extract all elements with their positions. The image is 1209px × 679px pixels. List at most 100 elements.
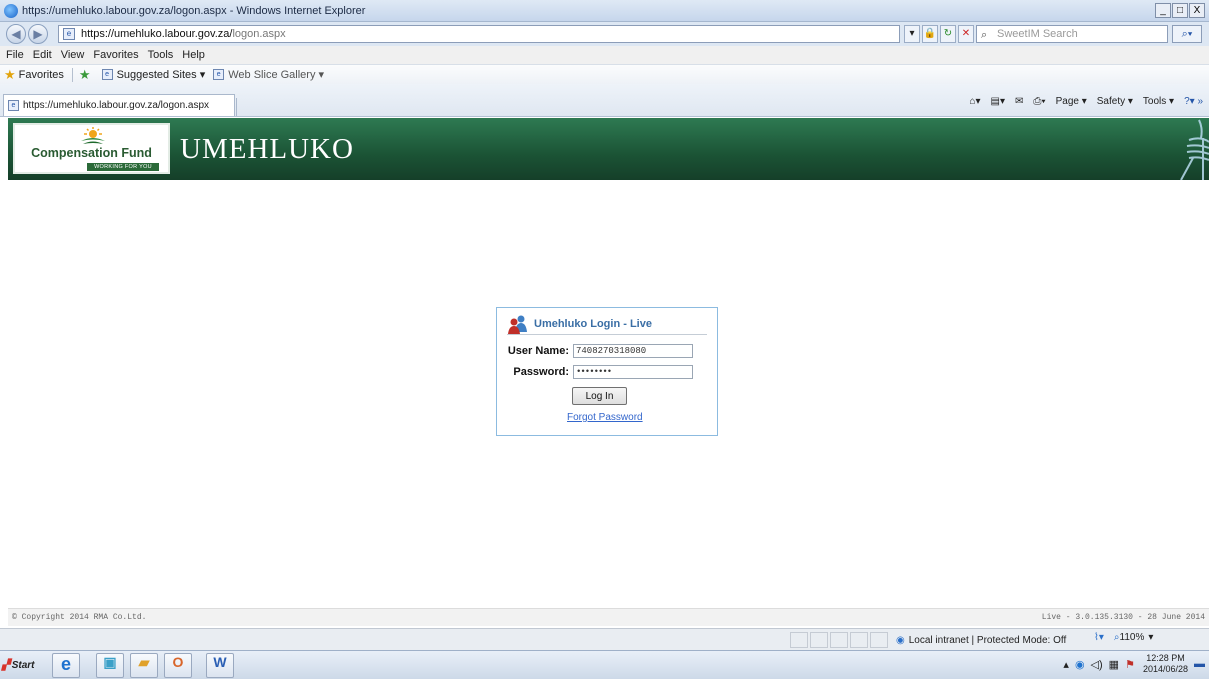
add-favorite-button[interactable]: ★ [79,67,94,83]
zoom-control[interactable]: ⌇▾ ⌕ 110% ▾ [1094,632,1153,643]
logo-text: Compensation Fund [31,146,152,160]
address-bar: ◀ ▶ e https://umehluko.labour.gov.za/ lo… [0,22,1209,46]
tray-app-icon[interactable]: ▦ [1109,658,1119,671]
app-title: UMEHLUKO [180,133,354,165]
safety-menu[interactable]: Safety ▾ [1097,96,1133,107]
password-row: Password: [499,365,693,379]
status-cell [870,632,888,648]
menu-view[interactable]: View [61,49,85,61]
tab-logon[interactable]: e https://umehluko.labour.gov.za/logon.a… [3,94,235,116]
volume-icon[interactable]: ◁) [1091,658,1103,671]
favorites-button[interactable]: ★ Favorites [4,67,64,83]
status-cell [790,632,808,648]
show-desktop-icon[interactable]: ▬ [1194,658,1205,670]
new-tab-button[interactable] [236,98,260,116]
ie-logo-icon [4,3,18,18]
menu-favorites[interactable]: Favorites [93,49,138,61]
flag-icon[interactable]: ⚑ [1125,658,1135,671]
password-field[interactable] [573,365,693,379]
url-field[interactable]: e https://umehluko.labour.gov.za/ logon.… [58,25,900,43]
start-label: Start [11,660,35,671]
forgot-password-link[interactable]: Forgot Password [567,412,643,423]
search-input[interactable]: ⌕ SweetIM Search [976,25,1168,43]
feeds-icon[interactable]: ▤▾ [991,96,1005,107]
refresh-icon[interactable]: ↻ [940,25,956,43]
url-path: logon.aspx [232,28,286,40]
windows-flag-icon: ▞ [2,660,10,671]
start-button[interactable]: ▞ Start [2,655,42,676]
window-controls: _ □ X [1154,3,1205,18]
back-button[interactable]: ◀ [6,24,26,44]
pen-icon: ⌇▾ [1094,632,1104,643]
page-icon: e [63,28,75,40]
favorites-label: Favorites [18,68,64,81]
suggested-sites-link[interactable]: e Suggested Sites ▾ [101,68,206,81]
menu-help[interactable]: Help [182,49,205,61]
globe-icon: ◉ [896,634,905,646]
ie-taskbar-icon[interactable]: e [52,653,80,678]
folder-taskbar-icon[interactable]: ▰ [130,653,158,678]
status-bar: ◉ Local intranet | Protected Mode: Off ⌇… [0,628,1209,650]
network-icon[interactable]: ◉ [1075,658,1085,671]
explorer-taskbar-icon[interactable]: ▣ [96,653,124,678]
home-icon[interactable]: ⌂▾ [969,96,980,107]
zone-label: Local intranet | Protected Mode: Off [908,634,1067,646]
password-label: Password: [513,366,569,378]
login-panel: Umehluko Login - Live User Name: Passwor… [496,307,718,436]
ie-page-icon: e [213,69,225,80]
version-text: Live - 3.0.135.3130 - 28 June 2014 [1041,613,1205,622]
favorites-bar: ★ Favorites ★ e Suggested Sites ▾ e Web … [0,64,1209,84]
tray-expand-icon[interactable]: ▴ [1063,658,1069,671]
username-row: User Name: [499,344,693,358]
clock[interactable]: 12:28 PM 2014/06/28 [1143,653,1188,675]
menu-tools[interactable]: Tools [148,49,174,61]
suggested-sites-label: Suggested Sites ▾ [116,69,206,81]
mail-icon[interactable]: ✉ [1015,96,1023,107]
search-button[interactable]: ⌕▾ [1172,25,1202,43]
status-cell [810,632,828,648]
outlook-taskbar-icon[interactable]: O [164,653,192,678]
add-star-icon: ★ [78,66,91,82]
star-icon: ★ [4,66,16,82]
tab-label: https://umehluko.labour.gov.za/logon.asp… [23,100,210,111]
log-in-button[interactable]: Log In [572,387,627,405]
menu-edit[interactable]: Edit [33,49,52,61]
command-bar: ⌂▾ ▤▾ ✉ ⎙▾ Page ▾ Safety ▾ Tools ▾ ?▾ » [959,96,1203,107]
logo-tagline: WORKING FOR YOU [87,163,159,171]
system-tray: ▴ ◉ ◁) ▦ ⚑ 12:28 PM 2014/06/28 ▬ [1063,653,1205,675]
page-footer: © Copyright 2014 RMA Co.Ltd. Live - 3.0.… [8,608,1209,626]
status-cell [830,632,848,648]
page-menu[interactable]: Page ▾ [1056,96,1087,107]
browser-window: https://umehluko.labour.gov.za/logon.asp… [0,0,1209,679]
clock-time: 12:28 PM [1146,653,1185,663]
stop-icon[interactable]: ✕ [958,25,974,43]
web-slice-gallery-link[interactable]: e Web Slice Gallery ▾ [213,68,324,81]
lock-icon[interactable]: 🔒 [922,25,938,43]
chevron-down-icon: ▾ [1148,632,1154,643]
site-banner: Compensation Fund WORKING FOR YOU UMEHLU… [8,118,1209,180]
username-field[interactable] [573,344,693,358]
web-slice-gallery-label: Web Slice Gallery ▾ [228,69,325,81]
menu-file[interactable]: File [6,49,24,61]
skeleton-icon [1180,119,1209,180]
dropdown-icon[interactable]: ▾ [904,25,920,43]
address-tools: ▾ 🔒 ↻ ✕ [904,25,976,43]
url-host: https://umehluko.labour.gov.za/ [81,28,233,40]
security-zone[interactable]: ◉ Local intranet | Protected Mode: Off [896,632,1066,648]
ie-page-icon: e [8,100,19,111]
tab-bar: e https://umehluko.labour.gov.za/logon.a… [0,84,1209,117]
login-title: Umehluko Login - Live [534,317,652,330]
username-label: User Name: [507,345,569,357]
minimize-button[interactable]: _ [1155,3,1171,18]
zoom-level: 110% [1119,632,1145,643]
compensation-fund-logo[interactable]: Compensation Fund WORKING FOR YOU [13,123,170,174]
main-content: Umehluko Login - Live User Name: Passwor… [8,180,1209,608]
close-button[interactable]: X [1189,3,1205,18]
forward-button[interactable]: ▶ [28,24,48,44]
print-icon[interactable]: ⎙▾ [1033,96,1045,107]
word-taskbar-icon[interactable]: W [206,653,234,678]
taskbar: ▞ Start e ▣ ▰ O W ▴ ◉ ◁) ▦ ⚑ 12:28 PM 20… [0,650,1209,679]
help-icon[interactable]: ?▾ » [1184,96,1203,107]
tools-menu[interactable]: Tools ▾ [1143,96,1174,107]
maximize-button[interactable]: □ [1172,3,1188,18]
